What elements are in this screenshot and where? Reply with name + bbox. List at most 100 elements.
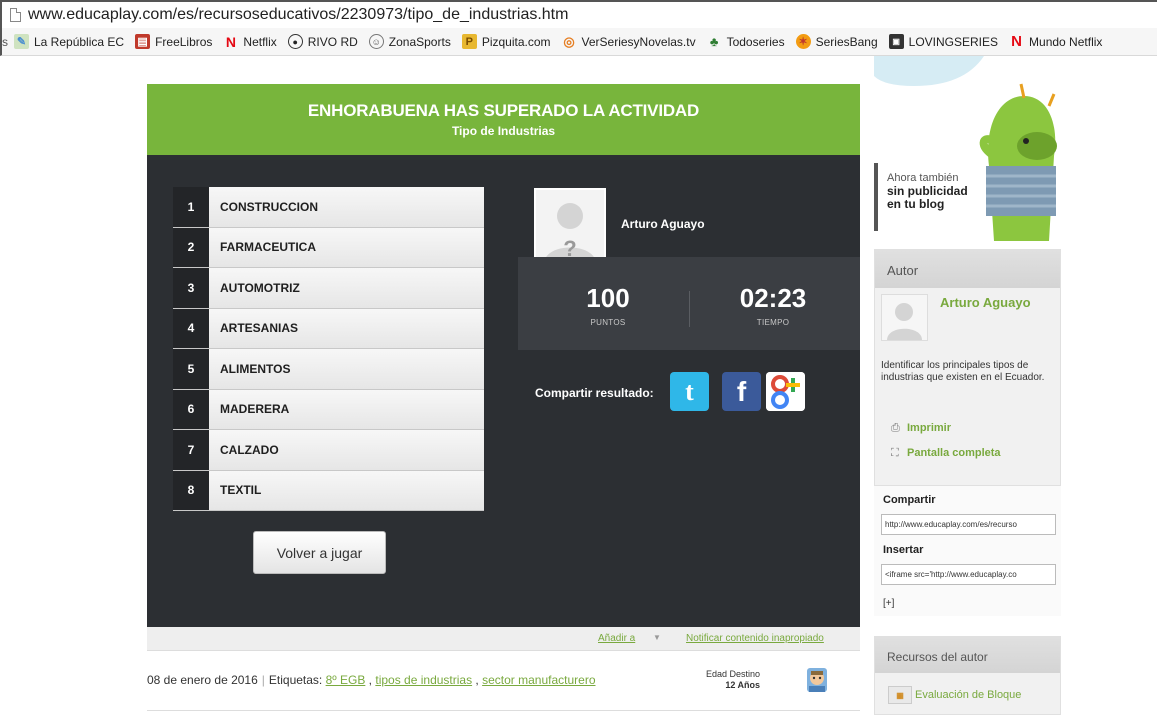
answer-row: 6 MADERERA bbox=[173, 389, 484, 430]
answer-number: 2 bbox=[173, 227, 209, 267]
netflix-icon: N bbox=[225, 33, 236, 50]
score-divider bbox=[689, 291, 690, 327]
answer-number: 3 bbox=[173, 268, 209, 308]
child-face-icon bbox=[807, 668, 827, 692]
answer-label: MADERERA bbox=[209, 389, 484, 429]
activity-footer-bar: Añadir a ▼ Notificar contenido inapropia… bbox=[147, 627, 860, 651]
answer-row: 8 TEXTIL bbox=[173, 470, 484, 511]
bookmark-zonasports[interactable]: ☺ ZonaSports bbox=[368, 34, 451, 49]
answer-number: 7 bbox=[173, 430, 209, 470]
answer-number: 1 bbox=[173, 187, 209, 227]
answer-label: ARTESANIAS bbox=[209, 308, 484, 348]
lovingseries-icon: ▣ bbox=[888, 34, 904, 49]
report-content-link[interactable]: Notificar contenido inapropiado bbox=[686, 633, 824, 644]
fullscreen-link[interactable]: ⛶ Pantalla completa bbox=[891, 447, 1001, 460]
promo-accent-bar bbox=[874, 163, 878, 231]
bookmark-todoseries[interactable]: ♣ Todoseries bbox=[707, 34, 785, 49]
answer-label: ALIMENTOS bbox=[209, 349, 484, 389]
print-link[interactable]: ⎙ Imprimir bbox=[891, 422, 951, 435]
share-url-field[interactable]: http://www.educaplay.com/es/recurso bbox=[881, 514, 1056, 535]
bookmark-pizquita[interactable]: P Pizquita.com bbox=[461, 34, 551, 49]
target-age-label: Edad Destino bbox=[706, 669, 761, 679]
promo-text: Ahora también sin publicidad en tu blog bbox=[887, 172, 968, 211]
publish-date: 08 de enero de 2016 bbox=[147, 673, 258, 687]
tag-link[interactable]: sector manufacturero bbox=[482, 673, 595, 687]
bookmark-seriesbang[interactable]: ✶ SeriesBang bbox=[795, 34, 878, 49]
user-avatar: ? bbox=[534, 188, 606, 266]
google-plus-glyph bbox=[766, 372, 805, 411]
add-to-link[interactable]: Añadir a bbox=[598, 633, 635, 644]
resource-item[interactable]: ▦ Evaluación de Bloque bbox=[888, 686, 1021, 704]
url-text[interactable]: www.educaplay.com/es/recursoseducativos/… bbox=[28, 6, 568, 24]
answer-label: TEXTIL bbox=[209, 470, 484, 510]
time-label: TIEMPO bbox=[756, 318, 790, 327]
answer-row: 7 CALZADO bbox=[173, 430, 484, 471]
google-plus-icon[interactable] bbox=[766, 372, 805, 411]
soccer-ball-icon: ● bbox=[287, 34, 303, 49]
embed-code-field[interactable]: <iframe src='http://www.educaplay.co bbox=[881, 564, 1056, 585]
tags-label: Etiquetas: bbox=[268, 673, 323, 687]
answer-number: 8 bbox=[173, 470, 209, 510]
address-bar[interactable]: www.educaplay.com/es/recursoseducativos/… bbox=[0, 0, 1157, 28]
netflix-icon: N bbox=[1011, 33, 1022, 50]
share-result-label: Compartir resultado: bbox=[535, 386, 654, 400]
default-avatar-icon: ? bbox=[536, 190, 604, 264]
todoseries-icon: ♣ bbox=[709, 34, 719, 49]
play-again-button[interactable]: Volver a jugar bbox=[253, 531, 386, 574]
answer-row: 4 ARTESANIAS bbox=[173, 308, 484, 349]
answer-label: AUTOMOTRIZ bbox=[209, 268, 484, 308]
twitter-icon[interactable]: t bbox=[670, 372, 709, 411]
answer-row: 3 AUTOMOTRIZ bbox=[173, 268, 484, 309]
bookmark-la-republica[interactable]: ✎ La República EC bbox=[14, 34, 124, 49]
bookmark-rivo-rd[interactable]: ● RIVO RD bbox=[287, 34, 358, 49]
player-name: Arturo Aguayo bbox=[621, 217, 705, 231]
bookmark-netflix[interactable]: N Netflix bbox=[223, 33, 277, 50]
pizquita-icon: P bbox=[461, 34, 477, 49]
answer-row: 2 FARMACEUTICA bbox=[173, 227, 484, 268]
activity-meta: 08 de enero de 2016 | Etiquetas: 8º EGB , … bbox=[147, 673, 596, 687]
success-banner: ENHORABUENA HAS SUPERADO LA ACTIVIDAD Ti… bbox=[147, 84, 860, 155]
target-age-value: 12 Años bbox=[725, 680, 761, 690]
answer-number: 6 bbox=[173, 389, 209, 429]
answer-label: CALZADO bbox=[209, 430, 484, 470]
bookmarks-bar: s ✎ La República EC ▤ FreeLibros N Netflix … bbox=[0, 28, 1157, 56]
resource-thumbnail-icon: ▦ bbox=[888, 686, 912, 704]
answer-number: 4 bbox=[173, 308, 209, 348]
author-resources-title: Recursos del autor bbox=[875, 637, 1060, 673]
answer-label: CONSTRUCCION bbox=[209, 187, 484, 227]
tag-link[interactable]: tipos de industrias bbox=[375, 673, 472, 687]
facebook-icon[interactable]: f bbox=[722, 372, 761, 411]
embed-title: Insertar bbox=[883, 544, 924, 556]
seriesbang-icon: ✶ bbox=[795, 34, 811, 49]
answer-label: FARMACEUTICA bbox=[209, 227, 484, 267]
expand-more-button[interactable]: [+] bbox=[883, 598, 894, 609]
author-name-link[interactable]: Arturo Aguayo bbox=[940, 295, 1031, 310]
tv-icon: ◎ bbox=[563, 33, 575, 49]
author-description: Identificar los principales tipos de ind… bbox=[881, 360, 1045, 383]
success-title: ENHORABUENA HAS SUPERADO LA ACTIVIDAD bbox=[307, 101, 700, 120]
bookmark-mundo-netflix[interactable]: N Mundo Netflix bbox=[1009, 33, 1102, 50]
author-card-title: Autor bbox=[875, 250, 1060, 288]
divider bbox=[147, 710, 860, 711]
default-avatar-icon bbox=[887, 303, 922, 340]
mascot-illustration bbox=[874, 56, 1057, 241]
printer-icon: ⎙ bbox=[891, 422, 900, 434]
bookmark-lovingseries[interactable]: ▣ LOVINGSERIES bbox=[888, 34, 998, 49]
tag-link[interactable]: 8º EGB bbox=[326, 673, 366, 687]
target-age: Edad Destino 12 Años bbox=[706, 669, 760, 691]
time-value: 02:23 bbox=[739, 283, 807, 313]
bookmark-verseriesynovelas[interactable]: ◎ VerSeriesyNovelas.tv bbox=[562, 33, 695, 49]
promo-banner[interactable] bbox=[874, 56, 1061, 241]
author-avatar bbox=[881, 294, 928, 341]
score-label: PUNTOS bbox=[590, 318, 626, 327]
smiley-icon: ☺ bbox=[368, 34, 384, 49]
page-icon bbox=[10, 8, 21, 22]
share-title: Compartir bbox=[883, 494, 936, 506]
answers-list: 1 CONSTRUCCION 2 FARMACEUTICA 3 AUTOMOTRIZ … bbox=[173, 187, 484, 511]
bookmark-freelibros[interactable]: ▤ FreeLibros bbox=[135, 34, 212, 49]
bookmark-overflow-fragment: s bbox=[2, 34, 8, 49]
activity-subtitle: Tipo de Industrias bbox=[451, 124, 556, 138]
dropdown-arrow-icon[interactable]: ▼ bbox=[653, 633, 661, 642]
map-icon: ✎ bbox=[14, 34, 29, 49]
fullscreen-icon: ⛶ bbox=[891, 447, 899, 459]
